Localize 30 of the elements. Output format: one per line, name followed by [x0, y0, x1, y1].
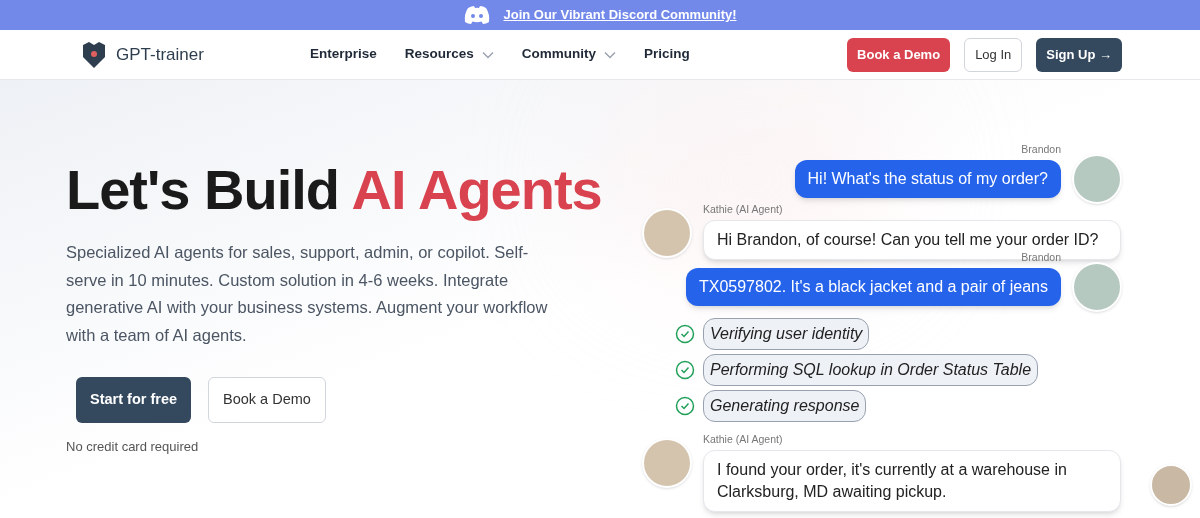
nav-link[interactable]: Enterprise: [310, 44, 377, 65]
nav-link[interactable]: Pricing: [644, 44, 690, 65]
nav-link[interactable]: Community: [521, 44, 617, 65]
avatar: [1150, 464, 1192, 506]
nav-button[interactable]: Log In: [964, 37, 1023, 72]
nav-button[interactable]: Book a Demo: [847, 37, 951, 72]
avatar: [1072, 261, 1122, 312]
hero-button[interactable]: Book a Demo: [208, 377, 326, 424]
step-label: Performing SQL lookup in Order Status Table: [703, 353, 1039, 386]
sender-name: Kathie (AI Agent): [703, 202, 783, 217]
logo-icon: [80, 40, 108, 69]
user-message: TX0597802. It's a black jacket and a pair of jeans: [685, 267, 1061, 306]
user-message: Hi! What's the status of my order?: [794, 159, 1061, 198]
nav-link[interactable]: Resources: [404, 44, 494, 65]
avatar: [642, 208, 692, 258]
hero-description: Specialized AI agents for sales, support, admin, or copilot. Self-serve in 10 minutes. Custom solution in 4-6 weeks. Integrate generative AI with your business systems. Augment your workflow with a team of AI agents.: [66, 242, 549, 346]
nav-button[interactable]: Sign Up →: [1036, 37, 1122, 72]
sender-name: Brandon: [1021, 249, 1061, 265]
discord-icon: [463, 5, 492, 25]
agent-message: I found your order, it's currently at a warehouse in Clarksburg, MD awaiting pickup.: [703, 449, 1121, 512]
hero-title: Let's Build AI Agents: [66, 157, 600, 223]
hero-button[interactable]: Start for free: [76, 377, 192, 424]
brand-name: GPT-trainer: [116, 43, 204, 66]
avatar: [642, 437, 692, 488]
sender-name: Brandon: [1021, 142, 1061, 157]
step-label: Verifying user identity: [703, 317, 870, 350]
sender-name: Kathie (AI Agent): [703, 431, 783, 447]
no-credit-card-note: No credit card required: [66, 438, 200, 457]
step-label: Generating response: [703, 389, 867, 422]
avatar: [1072, 154, 1122, 204]
